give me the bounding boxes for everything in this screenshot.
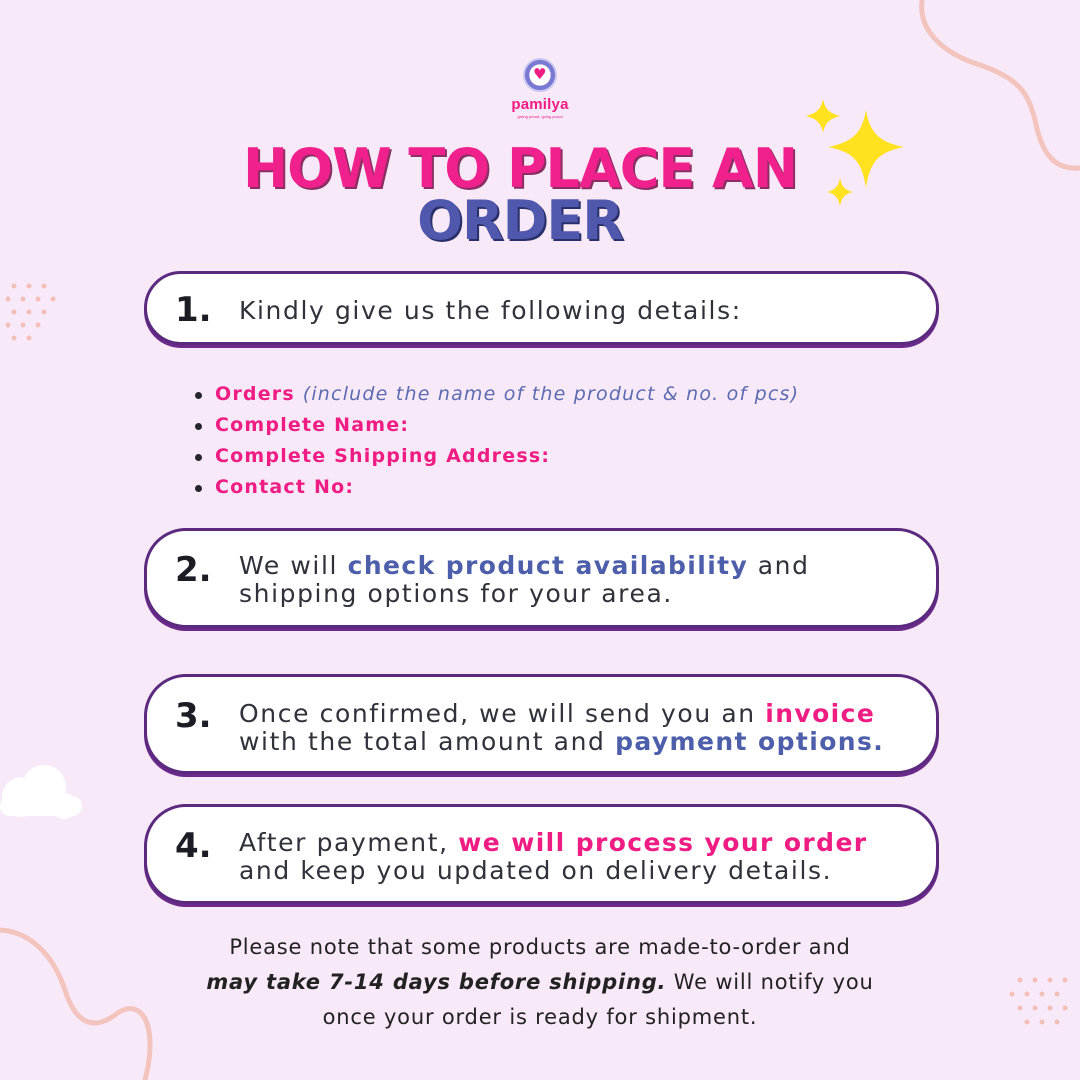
step-text: We will check product availability and s…	[239, 551, 810, 608]
list-item: Contact No:	[195, 475, 875, 506]
shipping-note: Please note that some products are made-…	[206, 935, 874, 1029]
step-number: 1.	[175, 290, 212, 330]
step-text: Kindly give us the following details:	[239, 296, 742, 325]
step-number: 2.	[175, 550, 212, 590]
step-1-card: 1. Kindly give us the following details:	[144, 271, 939, 345]
brand-tagline: giving proud, going proud	[517, 114, 563, 119]
title-line-2: ORDER	[417, 189, 624, 252]
step-number: 4.	[175, 826, 212, 866]
right-dots-icon	[1009, 977, 1068, 1025]
heart-logo-icon: ♥	[523, 58, 557, 92]
step-number: 3.	[175, 696, 212, 736]
bottom-left-squiggle-icon	[0, 927, 153, 1080]
orders-note: (include the name of the product & no. o…	[302, 383, 800, 405]
title-line-1: HOW TO PLACE AN	[242, 137, 798, 200]
list-item: Complete Name:	[195, 413, 875, 444]
step-text: After payment, we will process your orde…	[239, 828, 868, 885]
step-2-card: 2. We will check product availability an…	[144, 528, 939, 628]
brand-name: pamilya	[511, 96, 569, 113]
details-list: Orders (include the name of the product …	[195, 382, 875, 506]
page-title: HOW TO PLACE AN ORDER	[190, 142, 850, 248]
list-item: Complete Shipping Address:	[195, 444, 875, 475]
step-4-card: 4. After payment, we will process your o…	[144, 804, 939, 904]
left-dots-icon	[5, 283, 56, 341]
cloud-icon	[0, 765, 82, 819]
top-right-squiggle-icon	[919, 0, 1080, 171]
brand-logo: ♥ pamilya giving proud, going proud	[490, 58, 590, 119]
list-item: Orders (include the name of the product …	[195, 382, 875, 413]
step-3-card: 3. Once confirmed, we will send you an i…	[144, 674, 939, 774]
step-text: Once confirmed, we will send you an invo…	[239, 699, 885, 756]
order-instructions-poster: ♥ pamilya giving proud, going proud HOW …	[0, 0, 1080, 1080]
